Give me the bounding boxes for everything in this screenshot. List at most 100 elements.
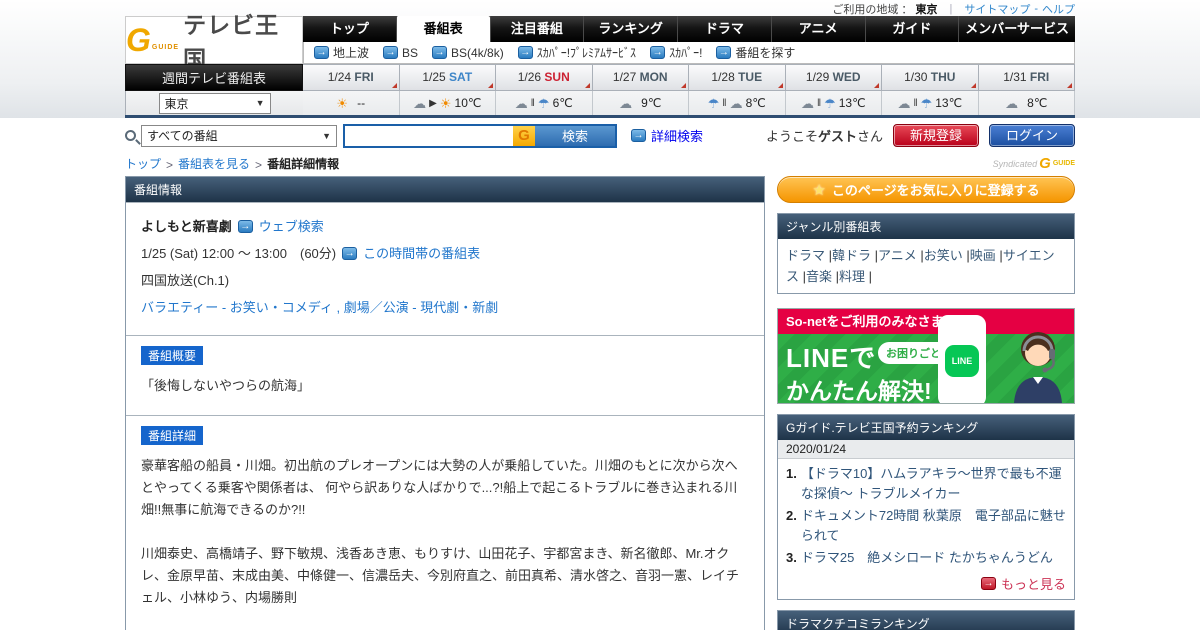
day-date: 1/27 bbox=[612, 70, 637, 84]
rank-title[interactable]: 【ドラマ10】ハムラアキラ～世界で最も不運な探偵～ トラブルメイカー bbox=[801, 464, 1066, 504]
day-tab-0131[interactable]: 1/31 FRI bbox=[978, 64, 1075, 91]
help-link[interactable]: ヘルプ bbox=[1042, 1, 1075, 17]
day-dow: FRI bbox=[354, 70, 374, 84]
region-value: 東京 bbox=[915, 4, 938, 16]
weather-sep: ‖ bbox=[530, 97, 535, 109]
genre-link[interactable]: 映画 bbox=[970, 248, 996, 263]
arrow-icon: → bbox=[314, 46, 329, 59]
weather-sep: ‖ bbox=[722, 97, 727, 109]
program-info-header: 番組情報 bbox=[126, 177, 764, 202]
timetable-link[interactable]: この時間帯の番組表 bbox=[363, 240, 480, 267]
breadcrumb-sep: > bbox=[166, 158, 174, 172]
weather-icon bbox=[801, 97, 814, 110]
drama-ranking-header: ドラマクチコミランキング bbox=[778, 611, 1074, 630]
login-button[interactable]: ログイン bbox=[989, 124, 1075, 147]
site-logo[interactable]: G GUIDE テレビ王国 bbox=[125, 12, 303, 72]
arrow-icon: → bbox=[631, 129, 646, 142]
genre-link[interactable]: アニメ bbox=[878, 248, 917, 263]
weather-temp: 13℃ bbox=[935, 96, 963, 110]
subnav-label: BS bbox=[402, 45, 419, 60]
weather-temp: -- bbox=[357, 96, 366, 110]
main-nav: トップ 番組表 注目番組 ランキング ドラマ アニメ ガイド メンバーサービス bbox=[303, 16, 1075, 42]
day-tab-0124[interactable]: 1/24 FRI bbox=[303, 64, 400, 91]
day-dow: MON bbox=[639, 70, 668, 84]
subnav-search-programs[interactable]: → 番組を探す bbox=[716, 44, 795, 61]
search-button[interactable]: 検索 bbox=[535, 125, 615, 146]
weather-icon bbox=[440, 97, 452, 110]
nav-tab-member[interactable]: メンバーサービス bbox=[958, 16, 1075, 42]
weather-cell: 8℃ bbox=[978, 91, 1075, 115]
program-genres[interactable]: バラエティー - お笑い・コメディ , 劇場／公演 - 現代劇・新劇 bbox=[141, 294, 749, 321]
subnav-skyper[interactable]: → ｽｶﾊﾟｰ! bbox=[650, 44, 702, 61]
welcome-text: ようこそゲストさん bbox=[765, 129, 883, 144]
program-title: よしもと新喜劇 bbox=[141, 219, 232, 234]
genre-link[interactable]: 料理 bbox=[839, 269, 865, 284]
nav-tab-ranking[interactable]: ランキング bbox=[583, 16, 677, 42]
reserve-ranking-header: Gガイド.テレビ王国予約ランキング bbox=[778, 415, 1074, 440]
weather-icon bbox=[619, 97, 632, 110]
subnav-label: 番組を探す bbox=[735, 46, 796, 60]
ranking-item[interactable]: 2. ドキュメント72時間 秋葉原 電子部品に魅せられて bbox=[786, 506, 1066, 546]
rank-number: 3. bbox=[786, 550, 797, 565]
day-tab-0130[interactable]: 1/30 THU bbox=[882, 64, 979, 91]
ranking-item[interactable]: 3. ドラマ25 絶メシロード たかちゃんうどん bbox=[786, 548, 1066, 568]
syndicated-label: Syndicated bbox=[992, 158, 1038, 169]
top-zone: ご利用の地域 ： 東京 | サイトマップ - ヘルプ G GUIDE テレビ王国… bbox=[0, 0, 1200, 118]
more-link[interactable]: もっと見る bbox=[1001, 574, 1066, 593]
day-dow: TUE bbox=[738, 70, 763, 84]
rank-title[interactable]: ドキュメント72時間 秋葉原 電子部品に魅せられて bbox=[801, 506, 1066, 546]
line-logo-icon: LINE bbox=[945, 345, 979, 377]
genre-link[interactable]: 音楽 bbox=[806, 269, 832, 284]
advanced-search-link[interactable]: → 詳細検索 bbox=[631, 126, 703, 145]
day-tab-0127[interactable]: 1/27 MON bbox=[592, 64, 689, 91]
subnav-label: ｽｶﾊﾟｰ!ﾌﾟﾚﾐｱﾑｻｰﾋﾞｽ bbox=[536, 46, 637, 60]
nav-tab-timetable[interactable]: 番組表 bbox=[395, 16, 490, 42]
program-info-box: 番組情報 よしもと新喜劇 → ウェブ検索 1/25 (Sat) 12:00 ～ … bbox=[125, 176, 765, 630]
nav-tab-featured[interactable]: 注目番組 bbox=[489, 16, 584, 42]
subnav-skyper-premium[interactable]: → ｽｶﾊﾟｰ!ﾌﾟﾚﾐｱﾑｻｰﾋﾞｽ bbox=[517, 44, 637, 61]
program-type-select[interactable]: すべての番組 ▼ bbox=[141, 124, 337, 147]
arrow-icon: → bbox=[342, 247, 358, 260]
day-tab-0125[interactable]: 1/25 SAT bbox=[399, 64, 496, 91]
arrow-icon: → bbox=[432, 46, 448, 59]
region-select-value: 東京 bbox=[164, 96, 189, 111]
genre-link[interactable]: お笑い bbox=[924, 248, 963, 263]
day-tab-0126[interactable]: 1/26 SUN bbox=[496, 64, 593, 91]
arrow-icon: → bbox=[237, 220, 253, 233]
genre-link[interactable]: 韓ドラ bbox=[832, 248, 871, 263]
nav-tab-top[interactable]: トップ bbox=[303, 16, 396, 42]
nav-tab-drama[interactable]: ドラマ bbox=[677, 16, 771, 42]
day-tab-0129[interactable]: 1/29 WED bbox=[785, 64, 882, 91]
signup-button[interactable]: 新規登録 bbox=[893, 124, 979, 147]
day-tab-0128[interactable]: 1/28 TUE bbox=[689, 64, 786, 91]
weather-icon bbox=[708, 97, 720, 110]
breadcrumb-timetable[interactable]: 番組表を見る bbox=[178, 155, 250, 172]
arrow-icon: → bbox=[650, 46, 666, 59]
favorite-button[interactable]: ★ このページをお気に入りに登録する bbox=[777, 176, 1075, 203]
breadcrumb-top[interactable]: トップ bbox=[125, 155, 161, 172]
subnav-bs[interactable]: → BS bbox=[383, 46, 418, 60]
ranking-item[interactable]: 1. 【ドラマ10】ハムラアキラ～世界で最も不運な探偵～ トラブルメイカー bbox=[786, 464, 1066, 504]
weather-icon bbox=[824, 97, 836, 110]
subnav-terrestrial[interactable]: → 地上波 bbox=[314, 44, 369, 61]
rank-title[interactable]: ドラマ25 絶メシロード たかちゃんうどん bbox=[801, 548, 1053, 568]
web-search-link[interactable]: ウェブ検索 bbox=[259, 213, 324, 240]
weather-temp: 9℃ bbox=[641, 96, 662, 110]
search-row: すべての番組 ▼ G 検索 → 詳細検索 ようこそゲストさん 新規登録 ログイン bbox=[125, 118, 1075, 150]
weather-icon bbox=[336, 97, 348, 110]
weather-cell: ‖ 8℃ bbox=[689, 91, 786, 115]
subnav-label: 地上波 bbox=[333, 46, 370, 60]
sitemap-link[interactable]: サイトマップ bbox=[964, 1, 1030, 17]
nav-tab-guide[interactable]: ガイド bbox=[864, 16, 959, 42]
region-select[interactable]: 東京 ▼ bbox=[158, 92, 271, 114]
advanced-search-label[interactable]: 詳細検索 bbox=[651, 126, 703, 145]
genre-link[interactable]: ドラマ bbox=[786, 248, 825, 263]
weather-icon bbox=[515, 97, 528, 110]
sonet-line-ad[interactable]: So-netをご利用のみなさまへ LINEで お困りごとを かんたん解決! LI… bbox=[777, 308, 1075, 404]
operator-woman-illustration bbox=[1014, 332, 1062, 403]
nav-tab-anime[interactable]: アニメ bbox=[770, 16, 865, 42]
search-input[interactable] bbox=[345, 125, 513, 146]
topbar-divider: | bbox=[949, 3, 953, 15]
subnav-bs4k8k[interactable]: → BS(4k/8k) bbox=[432, 46, 504, 60]
sidebar: ★ このページをお気に入りに登録する ジャンル別番組表 ドラマ |韓ドラ |アニ… bbox=[777, 176, 1075, 630]
